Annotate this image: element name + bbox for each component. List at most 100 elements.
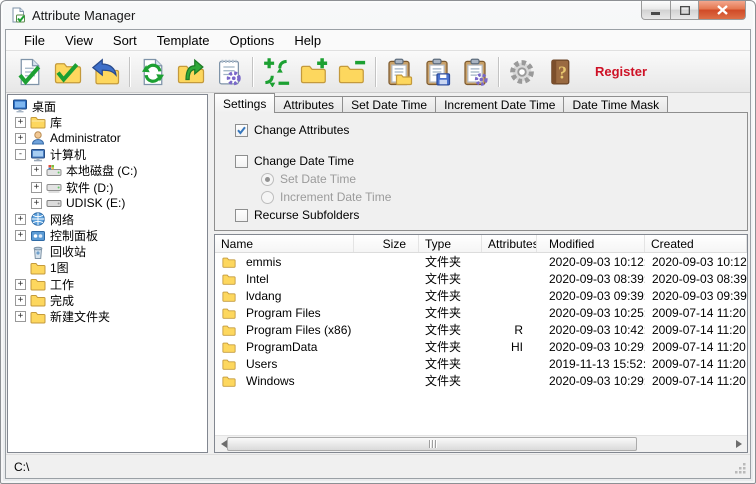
change-date-time-checkbox[interactable]: Change Date Time	[235, 154, 354, 168]
horizontal-scrollbar[interactable]	[215, 435, 747, 452]
folder-icon	[221, 322, 237, 338]
file-type: 文件夹	[419, 338, 482, 355]
table-row[interactable]: Program Files 文件夹 2020-09-03 10:25:25 20…	[215, 304, 747, 321]
table-row[interactable]: Program Files (x86) 文件夹 R 2020-09-03 10:…	[215, 321, 747, 338]
tree-item-new-folder[interactable]: + 新建文件夹	[8, 308, 207, 324]
menu-template[interactable]: Template	[147, 33, 220, 48]
folder-icon	[30, 276, 46, 292]
column-header-type[interactable]: Type	[419, 235, 482, 252]
expander-icon[interactable]: +	[15, 230, 26, 241]
tree-item-gongzuo[interactable]: + 工作	[8, 276, 207, 292]
table-row[interactable]: ProgramData 文件夹 HI 2020-09-03 10:29:33 2…	[215, 338, 747, 355]
checkbox-checked-icon	[235, 124, 248, 137]
expander-icon[interactable]: +	[15, 133, 26, 144]
expander-icon[interactable]: +	[31, 165, 42, 176]
refresh-button[interactable]	[134, 53, 172, 91]
template-options-button[interactable]	[456, 53, 494, 91]
scroll-right-button[interactable]	[730, 436, 747, 452]
help-button[interactable]: ?	[541, 53, 579, 91]
apply-to-files-button[interactable]	[11, 53, 49, 91]
tab-label: Settings	[223, 97, 266, 111]
tree-item-wancheng[interactable]: + 完成	[8, 292, 207, 308]
column-header-created[interactable]: Created	[645, 235, 747, 252]
table-row[interactable]: Users 文件夹 2019-11-13 15:52:55 2009-07-14…	[215, 355, 747, 372]
set-date-time-radio: Set Date Time	[261, 172, 356, 186]
tab-attributes[interactable]: Attributes	[274, 96, 343, 113]
scrollbar-thumb[interactable]	[227, 437, 637, 451]
title-bar: Attribute Manager	[1, 1, 755, 29]
menu-sort[interactable]: Sort	[103, 33, 147, 48]
undo-folder-button[interactable]	[87, 53, 125, 91]
drive-c-icon	[46, 163, 62, 179]
register-link[interactable]: Register	[595, 64, 647, 79]
tree-item-administrator[interactable]: + Administrator	[8, 130, 207, 146]
save-template-button[interactable]	[418, 53, 456, 91]
options-button[interactable]	[503, 53, 541, 91]
tab-set-date-time[interactable]: Set Date Time	[342, 96, 436, 113]
file-name: emmis	[246, 255, 281, 269]
file-name: Program Files (x86)	[246, 323, 351, 337]
close-button[interactable]	[699, 1, 746, 20]
folder-undo-icon	[91, 57, 121, 87]
menu-options[interactable]: Options	[220, 33, 285, 48]
parent-folder-button[interactable]	[172, 53, 210, 91]
column-header-size[interactable]: Size	[354, 235, 419, 252]
menu-help[interactable]: Help	[284, 33, 331, 48]
menu-view[interactable]: View	[55, 33, 103, 48]
document-check-icon	[15, 57, 45, 87]
tree-item-1tu[interactable]: 1图	[8, 260, 207, 276]
expander-icon[interactable]: +	[15, 311, 26, 322]
table-row[interactable]: Windows 文件夹 2020-09-03 10:29:33 2009-07-…	[215, 372, 747, 389]
maximize-button[interactable]	[671, 1, 699, 20]
folder-minus-icon	[337, 57, 367, 87]
tree-item-recycle-bin[interactable]: 回收站	[8, 244, 207, 260]
tree-item-drive-d[interactable]: + 软件 (D:)	[8, 179, 207, 195]
tree-item-control-panel[interactable]: + 控制面板	[8, 228, 207, 244]
change-attributes-checkbox[interactable]: Change Attributes	[235, 123, 349, 137]
file-created: 2009-07-14 11:20	[645, 357, 747, 371]
tree-item-computer[interactable]: - 计算机	[8, 147, 207, 163]
column-header-modified[interactable]: Modified	[537, 235, 645, 252]
tab-settings[interactable]: Settings	[214, 93, 275, 113]
remove-folder-button[interactable]	[333, 53, 371, 91]
file-attributes: HI	[482, 340, 537, 354]
increment-decrement-button[interactable]	[257, 53, 295, 91]
tree-item-label: 新建文件夹	[50, 308, 110, 325]
table-row[interactable]: lvdang 文件夹 2020-09-03 09:39:07 2020-09-0…	[215, 287, 747, 304]
expander-icon[interactable]: -	[15, 149, 26, 160]
tree-item-label: 本地磁盘 (C:)	[66, 162, 137, 179]
minimize-button[interactable]	[641, 1, 671, 20]
table-row[interactable]: emmis 文件夹 2020-09-03 10:12:15 2020-09-03…	[215, 253, 747, 270]
tab-increment-date-time[interactable]: Increment Date Time	[435, 96, 564, 113]
menu-file[interactable]: File	[14, 33, 55, 48]
expander-icon[interactable]: +	[31, 198, 42, 209]
expander-icon[interactable]: +	[15, 279, 26, 290]
tree-item-libraries[interactable]: + 库	[8, 114, 207, 130]
radio-label: Increment Date Time	[280, 190, 391, 204]
recurse-subfolders-checkbox[interactable]: Recurse Subfolders	[235, 208, 359, 222]
list-body: emmis 文件夹 2020-09-03 10:12:15 2020-09-03…	[215, 253, 747, 435]
tree-item-drive-c[interactable]: + 本地磁盘 (C:)	[8, 163, 207, 179]
expander-icon[interactable]: +	[15, 214, 26, 225]
notes-settings-button[interactable]	[210, 53, 248, 91]
expander-icon[interactable]: +	[31, 182, 42, 193]
drive-icon	[46, 179, 62, 195]
expander-icon[interactable]	[15, 262, 26, 273]
file-modified: 2020-09-03 10:25:25	[537, 306, 645, 320]
tree-item-desktop[interactable]: 桌面	[8, 98, 207, 114]
expander-icon[interactable]: +	[15, 295, 26, 306]
libraries-folder-icon	[30, 114, 46, 130]
tree-item-network[interactable]: + 网络	[8, 211, 207, 227]
tree-item-label: 计算机	[50, 146, 86, 163]
table-row[interactable]: Intel 文件夹 2020-09-03 08:39:02 2020-09-03…	[215, 270, 747, 287]
column-header-attributes[interactable]: Attributes	[482, 235, 537, 252]
resize-grip[interactable]	[734, 462, 747, 475]
expander-icon[interactable]: +	[15, 117, 26, 128]
tab-date-time-mask[interactable]: Date Time Mask	[563, 96, 668, 113]
tree-item-drive-e[interactable]: + UDISK (E:)	[8, 195, 207, 211]
column-header-name[interactable]: Name	[215, 235, 354, 252]
apply-to-folders-button[interactable]	[49, 53, 87, 91]
add-folder-button[interactable]	[295, 53, 333, 91]
load-template-button[interactable]	[380, 53, 418, 91]
expander-icon[interactable]	[15, 246, 26, 257]
